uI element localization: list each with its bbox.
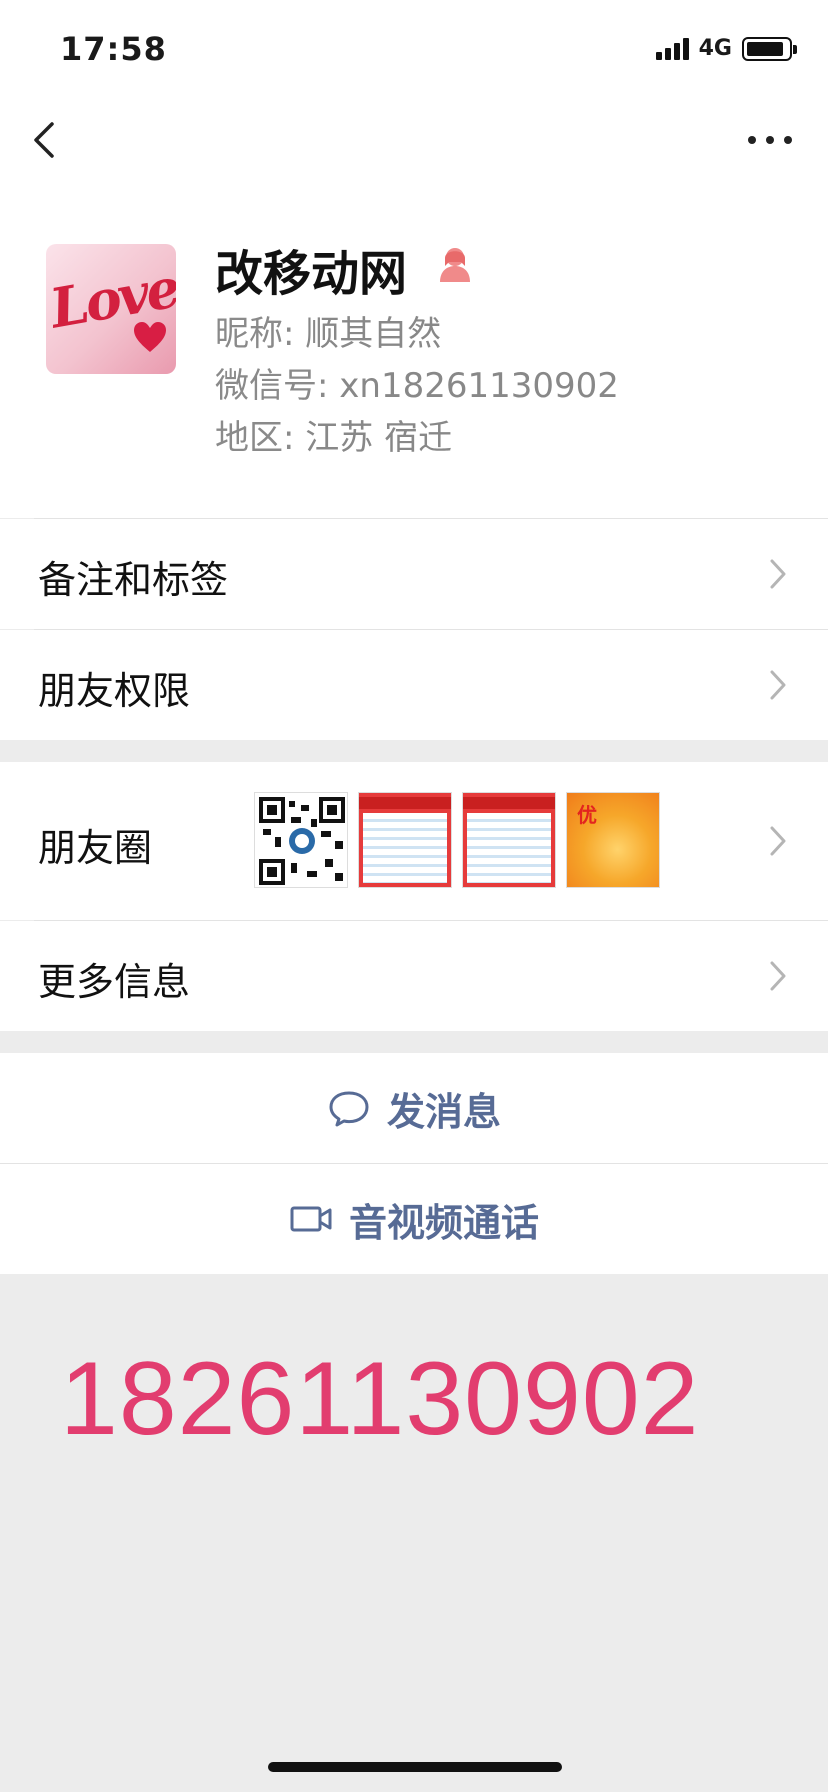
avatar[interactable]: Love <box>46 244 176 374</box>
status-time: 17:58 <box>60 30 167 68</box>
ellipsis-icon <box>748 136 756 144</box>
moments-label: 朋友圈 <box>38 826 153 870</box>
send-message-label: 发消息 <box>386 1089 501 1134</box>
wechat-id-value[interactable]: xn18261130902 <box>339 366 619 406</box>
nav-bar <box>0 100 828 180</box>
chat-bubble-icon <box>329 1091 369 1127</box>
chevron-right-icon <box>770 961 786 991</box>
region-label: 地区: <box>215 418 295 458</box>
remarks-label: 备注和标签 <box>38 558 229 602</box>
region-value: 江苏 宿迁 <box>305 418 453 458</box>
battery-icon <box>742 36 797 61</box>
moments-row[interactable]: 朋友圈 优 <box>0 762 828 920</box>
permissions-row[interactable]: 朋友权限 <box>0 630 828 740</box>
home-indicator[interactable] <box>268 1762 562 1772</box>
profile-header: Love 改移动网 昵称: 顺其自然 微信号: xn18261130902 地区… <box>0 180 828 518</box>
chevron-left-icon <box>34 122 54 158</box>
more-info-label: 更多信息 <box>38 960 191 1004</box>
nickname-label: 昵称: <box>215 314 295 354</box>
heart-icon <box>134 322 166 352</box>
wechat-id-label: 微信号: <box>215 366 329 406</box>
more-info-row[interactable]: 更多信息 <box>0 921 828 1031</box>
nickname-value: 顺其自然 <box>305 314 442 354</box>
chevron-right-icon <box>770 559 786 589</box>
moments-thumbnails: 优 <box>254 792 660 888</box>
region-line: 地区: 江苏 宿迁 <box>215 410 452 459</box>
more-button[interactable] <box>748 128 792 152</box>
back-button[interactable] <box>26 118 66 162</box>
promo-text: 优 <box>577 803 597 827</box>
number-list-image <box>462 792 556 888</box>
network-label: 4G <box>698 36 732 61</box>
number-list-image <box>358 792 452 888</box>
video-call-button[interactable]: 音视频通话 <box>0 1164 828 1274</box>
qr-code-image <box>254 792 348 888</box>
permissions-label: 朋友权限 <box>38 669 191 713</box>
remarks-row[interactable]: 备注和标签 <box>0 519 828 629</box>
wechat-id-line: 微信号: xn18261130902 <box>215 358 619 407</box>
video-call-label: 音视频通话 <box>348 1200 539 1245</box>
nickname-line: 昵称: 顺其自然 <box>215 306 441 355</box>
phone-number-overlay: 18261130902 <box>60 1341 700 1457</box>
status-icons: 4G <box>655 36 797 61</box>
signal-icon <box>655 37 689 60</box>
send-message-button[interactable]: 发消息 <box>0 1053 828 1163</box>
chevron-right-icon <box>770 670 786 700</box>
display-name: 改移动网 <box>215 246 408 302</box>
female-icon <box>440 248 470 282</box>
promo-image: 优 <box>566 792 660 888</box>
video-camera-icon <box>290 1206 332 1232</box>
status-bar: 17:58 4G <box>0 0 828 100</box>
chevron-right-icon <box>770 826 786 856</box>
